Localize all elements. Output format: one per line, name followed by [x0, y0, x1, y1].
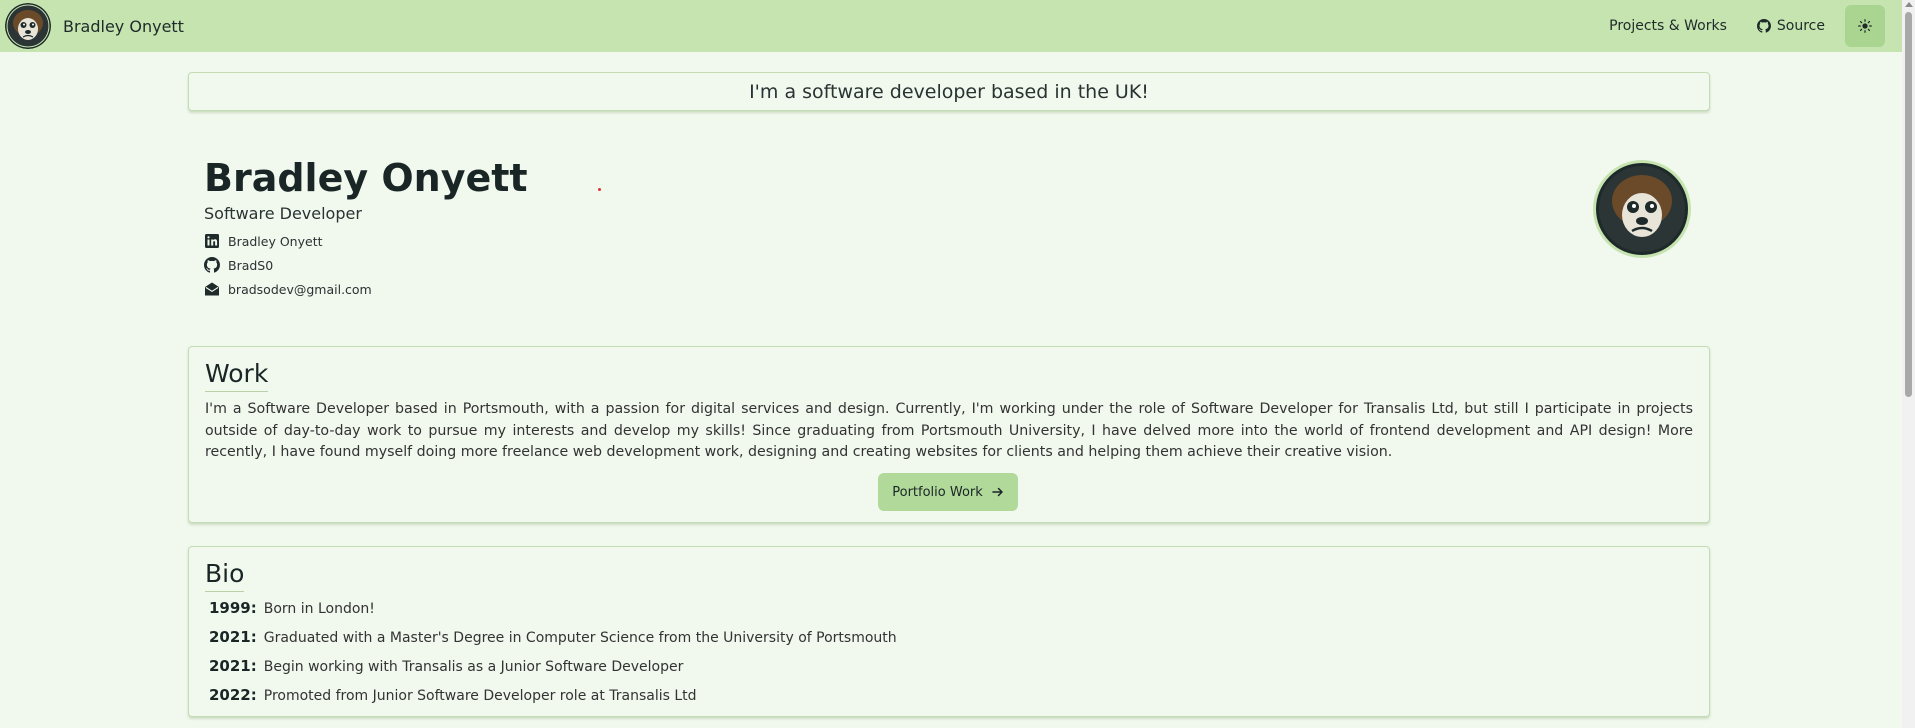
- nav-source-link[interactable]: Source: [1756, 18, 1825, 34]
- work-card: Work I'm a Software Developer based in P…: [188, 346, 1710, 523]
- envelope-open-icon: [205, 282, 219, 296]
- nav-brand[interactable]: Bradley Onyett: [63, 17, 184, 36]
- contact-linkedin[interactable]: Bradley Onyett: [204, 229, 528, 253]
- scroll-up-arrow-icon[interactable]: [1905, 2, 1913, 7]
- bio-card: Bio 1999: Born in London! 2021: Graduate…: [188, 546, 1710, 717]
- portfolio-work-button[interactable]: Portfolio Work: [878, 473, 1018, 511]
- bio-text: Begin working with Transalis as a Junior…: [263, 659, 684, 675]
- bio-title: Bio: [205, 559, 245, 592]
- contact-email[interactable]: bradsodev@gmail.com: [204, 277, 528, 301]
- linkedin-icon: [205, 234, 219, 248]
- contact-email-label: bradsodev@gmail.com: [228, 281, 372, 297]
- tagline-text: I'm a software developer based in the UK…: [749, 80, 1149, 103]
- profile-section: Bradley Onyett Software Developer Bradle…: [204, 156, 528, 301]
- portfolio-work-label: Portfolio Work: [892, 484, 983, 500]
- bio-item: 2022: Promoted from Junior Software Deve…: [209, 686, 897, 715]
- navbar: Bradley Onyett Projects & Works Source: [0, 0, 1902, 52]
- bio-year: 2022:: [209, 686, 257, 704]
- bio-list: 1999: Born in London! 2021: Graduated wi…: [209, 599, 897, 715]
- bio-year: 1999:: [209, 599, 257, 617]
- contact-linkedin-label: Bradley Onyett: [228, 233, 323, 249]
- profile-avatar: [1593, 160, 1691, 258]
- bio-text: Promoted from Junior Software Developer …: [263, 688, 697, 704]
- profile-role: Software Developer: [204, 204, 362, 223]
- contact-github-label: BradS0: [228, 257, 274, 273]
- scroll-thumb[interactable]: [1905, 12, 1912, 397]
- tagline-card: I'm a software developer based in the UK…: [188, 72, 1710, 111]
- theme-toggle-button[interactable]: [1845, 5, 1885, 47]
- orangutan-logo-icon[interactable]: [5, 3, 51, 49]
- arrow-right-icon: [992, 487, 1003, 497]
- profile-name: Bradley Onyett: [204, 156, 528, 200]
- bio-item: 2021: Graduated with a Master's Degree i…: [209, 628, 897, 657]
- nav-source-label: Source: [1776, 18, 1825, 34]
- page-scrollbar[interactable]: [1902, 0, 1915, 728]
- bio-year: 2021:: [209, 628, 257, 646]
- github-icon: [1756, 19, 1771, 33]
- sun-icon: [1858, 19, 1872, 33]
- bio-text: Born in London!: [263, 601, 375, 617]
- work-description: I'm a Software Developer based in Portsm…: [205, 401, 1693, 460]
- bio-item: 1999: Born in London!: [209, 599, 897, 628]
- bio-year: 2021:: [209, 657, 257, 675]
- bio-item: 2021: Begin working with Transalis as a …: [209, 657, 897, 686]
- cursor-dot: [598, 188, 601, 191]
- contact-github[interactable]: BradS0: [204, 253, 528, 277]
- github-icon: [204, 257, 220, 273]
- nav-links: Projects & Works Source: [1609, 0, 1902, 52]
- orangutan-avatar-icon: [1596, 163, 1688, 255]
- work-title: Work: [205, 359, 269, 392]
- contact-list: Bradley Onyett BradS0 bradsodev@gmail.co…: [204, 229, 528, 301]
- nav-projects-link[interactable]: Projects & Works: [1609, 18, 1727, 34]
- bio-text: Graduated with a Master's Degree in Comp…: [263, 630, 897, 646]
